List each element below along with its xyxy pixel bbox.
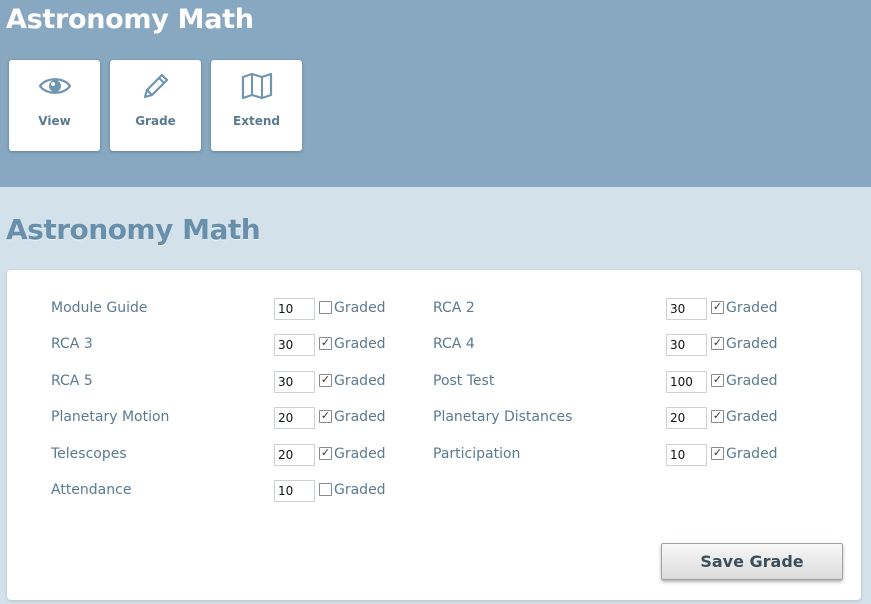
graded-label: Graded bbox=[726, 445, 778, 462]
grade-row: RCA 2 30 Graded bbox=[433, 298, 793, 320]
grade-row: RCA 5 30 Graded bbox=[51, 370, 411, 393]
map-icon bbox=[241, 71, 273, 101]
score-input[interactable]: 10 bbox=[274, 480, 315, 502]
pencil-icon bbox=[141, 71, 171, 101]
extend-button[interactable]: Extend bbox=[211, 60, 302, 151]
score-input[interactable]: 100 bbox=[666, 370, 707, 393]
page-title: Astronomy Math bbox=[6, 213, 261, 246]
graded-label: Graded bbox=[334, 445, 386, 462]
grade-item-label: Module Guide bbox=[51, 300, 148, 316]
grade-item-label: RCA 2 bbox=[433, 300, 475, 316]
grade-label: Grade bbox=[135, 114, 176, 128]
grade-row: Attendance 10 Graded bbox=[51, 480, 411, 502]
grade-row: RCA 4 30 Graded bbox=[433, 334, 793, 357]
grade-row: Planetary Motion 20 Graded bbox=[51, 407, 411, 430]
graded-checkbox[interactable] bbox=[319, 373, 332, 387]
graded-checkbox[interactable] bbox=[711, 410, 724, 424]
score-input[interactable]: 30 bbox=[666, 298, 707, 320]
grade-item-label: Planetary Motion bbox=[51, 409, 170, 426]
graded-label: Graded bbox=[334, 372, 386, 389]
grade-row: Participation 10 Graded bbox=[433, 443, 793, 466]
grade-row: Module Guide 10 Graded bbox=[51, 298, 411, 320]
graded-label: Graded bbox=[726, 409, 778, 426]
graded-checkbox[interactable] bbox=[711, 337, 724, 351]
graded-checkbox[interactable] bbox=[319, 483, 332, 496]
score-input[interactable]: 30 bbox=[274, 334, 315, 357]
grade-item-label: RCA 5 bbox=[51, 372, 93, 389]
grade-row: Telescopes 20 Graded bbox=[51, 443, 411, 466]
graded-checkbox[interactable] bbox=[319, 337, 332, 351]
score-input[interactable]: 10 bbox=[666, 443, 707, 466]
graded-checkbox[interactable] bbox=[319, 446, 332, 460]
graded-label: Graded bbox=[726, 372, 778, 389]
app-title: Astronomy Math bbox=[6, 4, 254, 35]
graded-label: Graded bbox=[334, 336, 386, 353]
graded-label: Graded bbox=[334, 409, 386, 426]
graded-label: Graded bbox=[726, 336, 778, 353]
score-input[interactable]: 20 bbox=[666, 407, 707, 430]
graded-checkbox[interactable] bbox=[711, 373, 724, 387]
score-input[interactable]: 20 bbox=[274, 443, 315, 466]
grade-row: RCA 3 30 Graded bbox=[51, 334, 411, 357]
grade-item-label: Telescopes bbox=[51, 445, 127, 462]
eye-icon bbox=[38, 71, 71, 101]
grade-item-label: Post Test bbox=[433, 372, 495, 389]
save-grade-button[interactable]: Save Grade bbox=[661, 543, 843, 580]
graded-checkbox[interactable] bbox=[711, 301, 724, 314]
score-input[interactable]: 30 bbox=[666, 334, 707, 357]
grade-button[interactable]: Grade bbox=[110, 60, 201, 151]
graded-label: Graded bbox=[334, 300, 386, 316]
extend-label: Extend bbox=[233, 114, 280, 128]
grade-row: Post Test 100 Graded bbox=[433, 370, 793, 393]
score-input[interactable]: 10 bbox=[274, 298, 315, 320]
grade-item-label: Participation bbox=[433, 445, 521, 462]
toolbar: View Grade Extend bbox=[9, 60, 302, 151]
graded-checkbox[interactable] bbox=[711, 446, 724, 460]
grade-form: Module Guide 10 Graded RCA 3 30 Graded RCA 5 30… bbox=[7, 270, 861, 600]
view-button[interactable]: View bbox=[9, 60, 100, 151]
grade-item-label: RCA 3 bbox=[51, 336, 93, 353]
view-label: View bbox=[38, 114, 71, 128]
score-input[interactable]: 30 bbox=[274, 370, 315, 393]
grade-row: Planetary Distances 20 Graded bbox=[433, 407, 793, 430]
grade-item-label: Attendance bbox=[51, 482, 132, 498]
graded-checkbox[interactable] bbox=[319, 301, 332, 314]
grade-item-label: Planetary Distances bbox=[433, 409, 573, 426]
graded-checkbox[interactable] bbox=[319, 410, 332, 424]
graded-label: Graded bbox=[334, 482, 386, 498]
grade-item-label: RCA 4 bbox=[433, 336, 475, 353]
score-input[interactable]: 20 bbox=[274, 407, 315, 430]
graded-label: Graded bbox=[726, 300, 778, 316]
